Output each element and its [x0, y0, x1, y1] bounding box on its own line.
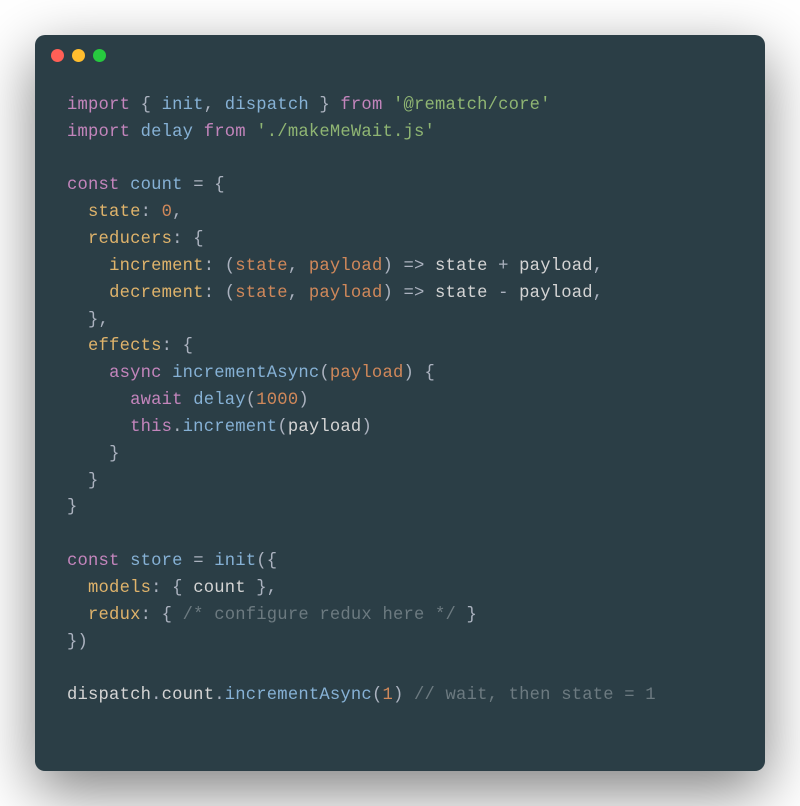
- number-literal: 0: [162, 203, 173, 222]
- property-effects: effects: [88, 337, 162, 356]
- keyword-const: const: [67, 176, 120, 195]
- keyword-this: this: [130, 418, 172, 437]
- number-literal: 1: [382, 686, 393, 705]
- param-payload: payload: [330, 364, 404, 383]
- keyword-from: from: [204, 123, 246, 142]
- keyword-await: await: [130, 391, 183, 410]
- comment: // wait, then state = 1: [414, 686, 656, 705]
- keyword-async: async: [109, 364, 162, 383]
- identifier-init: init: [162, 96, 204, 115]
- minimize-icon[interactable]: [72, 49, 85, 62]
- keyword-import: import: [67, 123, 130, 142]
- keyword-from: from: [340, 96, 382, 115]
- call-delay: delay: [193, 391, 246, 410]
- property-models: models: [88, 579, 151, 598]
- close-icon[interactable]: [51, 49, 64, 62]
- property-state: state: [88, 203, 141, 222]
- keyword-import: import: [67, 96, 130, 115]
- call-increment: increment: [183, 418, 278, 437]
- comment: /* configure redux here */: [183, 606, 456, 625]
- param-state: state: [235, 284, 288, 303]
- identifier-count: count: [130, 176, 183, 195]
- string-literal: './makeMeWait.js': [256, 123, 435, 142]
- property-decrement: decrement: [109, 284, 204, 303]
- property-redux: redux: [88, 606, 141, 625]
- property-reducers: reducers: [88, 230, 172, 249]
- property-increment: increment: [109, 257, 204, 276]
- call-incrementasync: incrementAsync: [225, 686, 372, 705]
- param-payload: payload: [309, 284, 383, 303]
- code-content: import { init, dispatch } from '@rematch…: [35, 75, 765, 740]
- number-literal: 1000: [256, 391, 298, 410]
- identifier-delay: delay: [141, 123, 194, 142]
- keyword-const: const: [67, 552, 120, 571]
- call-init: init: [214, 552, 256, 571]
- string-literal: '@rematch/core': [393, 96, 551, 115]
- identifier-store: store: [130, 552, 183, 571]
- window-titlebar: [35, 35, 765, 75]
- code-window: import { init, dispatch } from '@rematch…: [35, 35, 765, 771]
- identifier-dispatch: dispatch: [225, 96, 309, 115]
- maximize-icon[interactable]: [93, 49, 106, 62]
- param-payload: payload: [309, 257, 383, 276]
- identifier-dispatch: dispatch: [67, 686, 151, 705]
- method-incrementasync: incrementAsync: [172, 364, 319, 383]
- param-state: state: [235, 257, 288, 276]
